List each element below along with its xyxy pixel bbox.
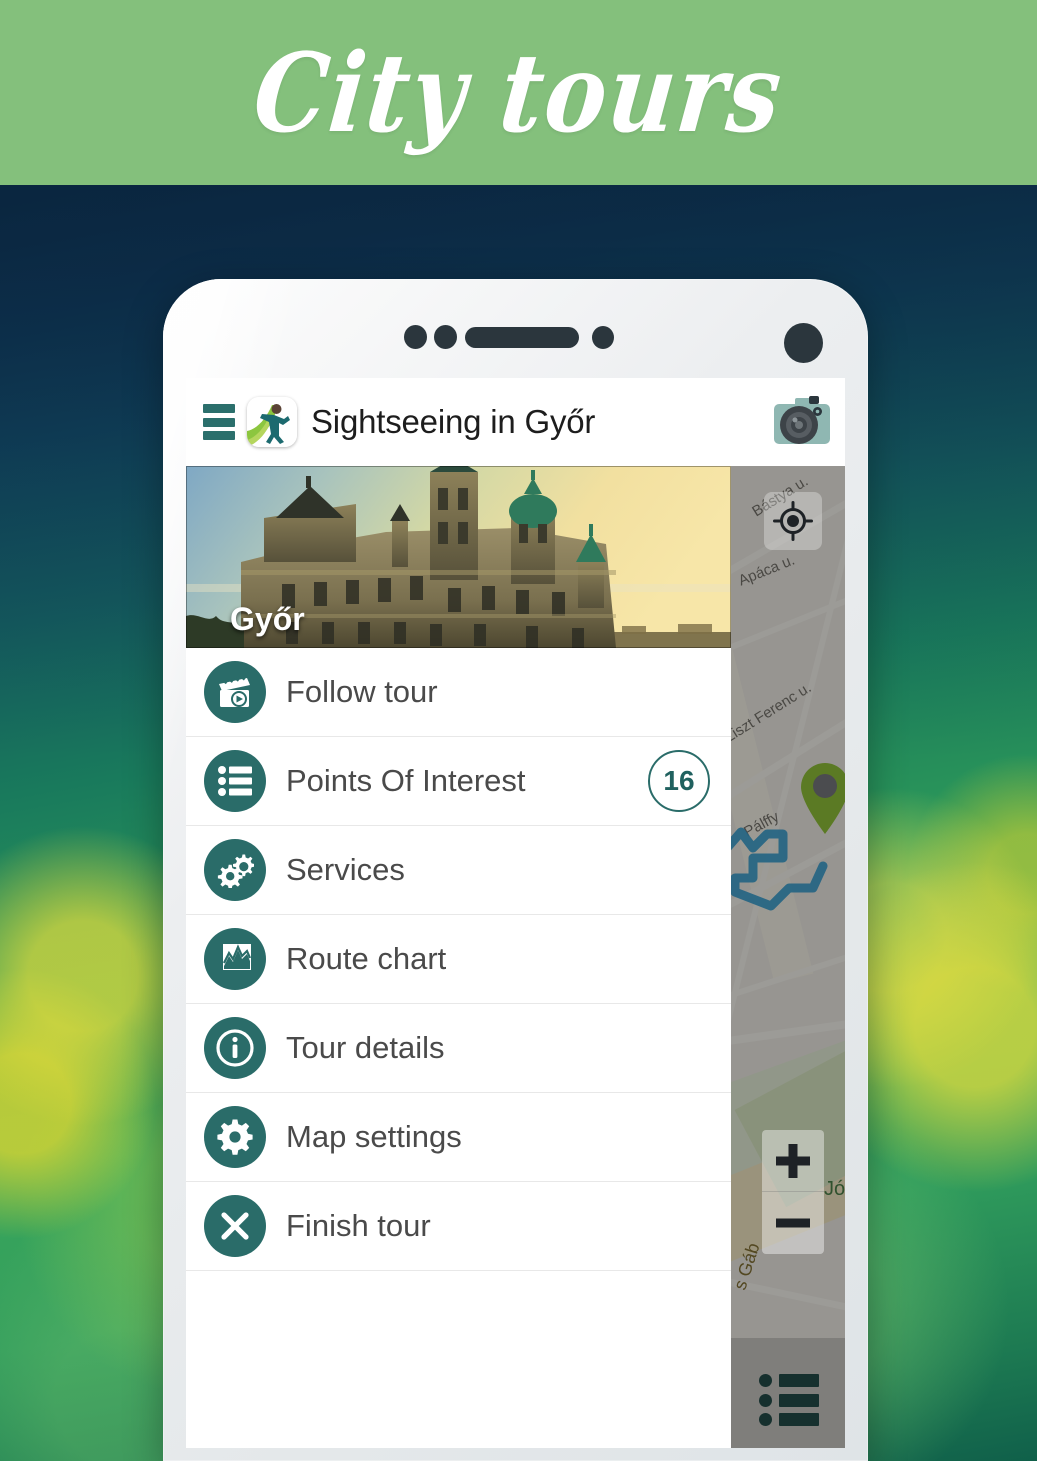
menu-item-label: Map settings [286,1119,462,1154]
page-banner: City tours [0,0,1037,185]
app-bar: Sightseeing in Győr [186,378,845,466]
phone-hardware-row [163,322,868,363]
info-circle-icon [204,1017,266,1079]
camera-icon[interactable] [773,396,831,446]
zoom-in-button[interactable] [762,1130,824,1192]
app-logo-icon [247,397,297,447]
gears-icon [204,839,266,901]
map-zoom-controls[interactable] [762,1130,824,1254]
menu-item-points-of-interest[interactable]: Points Of Interest 16 [186,737,731,826]
bullet-list-icon [204,750,266,812]
phone-screen: Sightseeing in Győr Győr Follow tour Poi… [186,378,845,1448]
zoom-out-button[interactable] [762,1192,824,1254]
close-x-icon [204,1195,266,1257]
sensor-dot-icon [404,325,427,349]
banner-title: City tours [248,28,789,157]
menu-item-map-settings[interactable]: Map settings [186,1093,731,1182]
phone-mockup: Sightseeing in Győr Győr Follow tour Poi… [163,279,868,1461]
menu-item-label: Follow tour [286,674,438,709]
poi-list-row [759,1374,819,1387]
poi-list-icon[interactable] [759,1374,819,1426]
line-chart-icon [204,928,266,990]
earpiece-speaker-icon [465,327,579,348]
my-location-icon[interactable] [764,492,822,550]
sensor-dot-icon [434,325,457,349]
menu-item-label: Points Of Interest [286,763,526,798]
menu-item-follow-tour[interactable]: Follow tour [186,648,731,737]
map-dim-overlay [731,466,845,1448]
menu-empty-area [186,1271,731,1448]
menu-item-label: Finish tour [286,1208,431,1243]
map-panel[interactable]: Bástya u. Apáca u. Liszt Ferenc u. Pálff… [731,466,845,1448]
hero-image: Győr [186,466,731,648]
menu-item-label: Tour details [286,1030,445,1065]
hamburger-menu-icon[interactable] [203,404,235,440]
poi-count-badge: 16 [648,750,710,812]
menu-item-tour-details[interactable]: Tour details [186,1004,731,1093]
menu-item-label: Services [286,852,405,887]
menu-item-services[interactable]: Services [186,826,731,915]
tour-menu-list: Follow tour Points Of Interest 16 Servic… [186,648,731,1271]
gear-icon [204,1106,266,1168]
page-title: Sightseeing in Győr [311,403,596,440]
poi-list-row [759,1413,819,1426]
sensor-dot-icon [592,326,614,349]
poi-list-row [759,1393,819,1407]
menu-item-route-chart[interactable]: Route chart [186,915,731,1004]
front-camera-icon [784,323,823,363]
clapperboard-play-icon [204,661,266,723]
menu-item-label: Route chart [286,941,447,976]
menu-item-finish-tour[interactable]: Finish tour [186,1182,731,1271]
hero-city-label: Győr [230,601,305,637]
